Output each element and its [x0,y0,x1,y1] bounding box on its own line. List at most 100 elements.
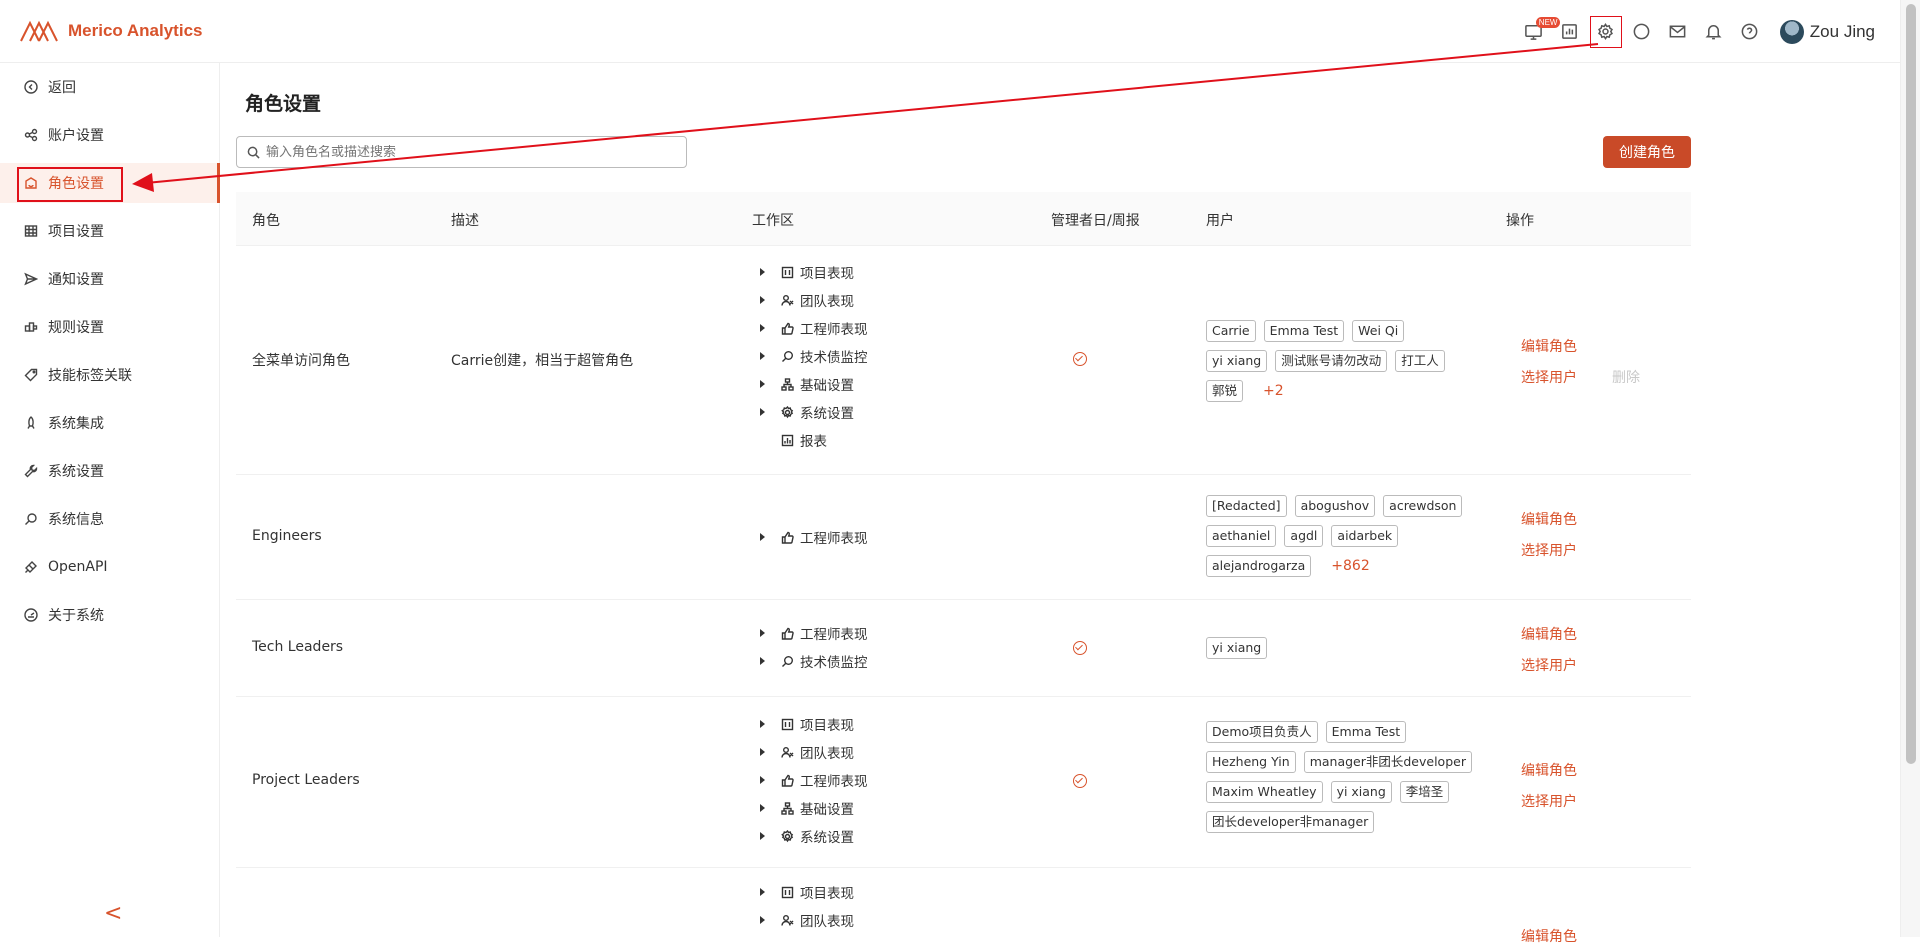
sidebar-item-rules[interactable]: 规则设置 [0,307,220,347]
workspace-item[interactable]: 技术债监控 [760,346,868,366]
column-header-users: 用户 [1206,213,1234,229]
expand-caret-icon[interactable] [760,324,765,332]
sidebar-item-back[interactable]: 返回 [0,67,220,107]
more-users-link[interactable]: +2 [1263,383,1284,399]
workspace-label: 系统设置 [800,830,854,846]
expand-caret-icon[interactable] [760,296,765,304]
help-icon[interactable] [1732,14,1768,50]
bell-icon[interactable] [1696,14,1732,50]
expand-caret-icon[interactable] [760,533,765,541]
rocket-icon [27,416,35,429]
expand-caret-icon[interactable] [760,268,765,276]
table-header: 角色 描述 工作区 管理者日/周报 用户 操作 [236,192,1691,246]
expand-caret-icon[interactable] [760,408,765,416]
workspace-label: 团队表现 [800,746,854,762]
expand-caret-icon[interactable] [760,720,765,728]
page-scrollbar[interactable] [1900,0,1920,937]
select-users-link[interactable]: 选择用户 [1521,367,1577,387]
team-icon [781,746,794,758]
workspace-item[interactable]: 系统设置 [760,826,854,846]
expand-caret-icon[interactable] [760,916,765,924]
user-tag: alejandrogarza [1206,555,1312,577]
sidebar-item-about[interactable]: 关于系统 [0,595,220,635]
workspace-item[interactable]: 报表 [760,430,827,450]
column-header-workspace: 工作区 [752,213,794,229]
expand-caret-icon[interactable] [760,380,765,388]
expand-caret-icon[interactable] [760,776,765,784]
chat-icon[interactable] [1624,14,1660,50]
select-users-link[interactable]: 选择用户 [1521,655,1577,675]
user-menu[interactable]: Zou Jing [1779,19,1875,44]
create-role-button[interactable]: 创建角色 [1603,136,1691,168]
select-users-link[interactable]: 选择用户 [1521,540,1577,560]
more-users-link[interactable]: +862 [1331,558,1369,574]
mail-icon[interactable] [1660,14,1696,50]
sidebar-item-notifications[interactable]: 通知设置 [0,259,220,299]
workspace-label: 基础设置 [800,378,854,394]
sidebar-item-system-settings[interactable]: 系统设置 [0,451,220,491]
report-icon[interactable] [1552,14,1588,50]
user-tag: 李培圣 [1399,781,1450,803]
edit-role-link[interactable]: 编辑角色 [1521,760,1577,780]
send-icon [24,272,38,286]
scrollbar-thumb[interactable] [1906,4,1916,764]
page-title: 角色设置 [245,93,322,115]
workspace-label: 项目表现 [800,886,854,902]
workspace-item[interactable]: 项目表现 [760,714,854,734]
expand-caret-icon[interactable] [760,352,765,360]
workspace-item[interactable]: 工程师表现 [760,770,868,790]
workspace-item[interactable]: 团队表现 [760,290,854,310]
tag-icon [24,368,38,382]
report-icon [781,434,794,446]
edit-role-link[interactable]: 编辑角色 [1521,926,1577,946]
workspace-item[interactable]: 团队表现 [760,910,854,930]
role-name: Project Leaders [252,772,360,788]
sidebar-item-skill-tags[interactable]: 技能标签关联 [0,355,220,395]
delete-role-link: 删除 [1612,370,1640,386]
expand-caret-icon[interactable] [760,832,765,840]
workspace-item[interactable]: 项目表现 [760,882,854,902]
gear-icon[interactable] [1589,15,1622,48]
report-enabled-check-icon [1073,774,1087,788]
workspace-item[interactable]: 基础设置 [760,374,854,394]
edit-role-link[interactable]: 编辑角色 [1521,624,1577,644]
expand-caret-icon[interactable] [760,748,765,756]
workspace-item[interactable]: 技术债监控 [760,651,868,671]
thumbs-up-icon [781,322,794,335]
user-tag: yi xiang [1206,637,1268,659]
workspace-label: 项目表现 [800,718,854,734]
workspace-item[interactable]: 工程师表现 [760,623,868,643]
select-users-link[interactable]: 选择用户 [1521,791,1577,811]
search-field[interactable] [236,136,687,168]
sidebar-item-system-info[interactable]: 系统信息 [0,499,220,539]
workspace-label: 团队表现 [800,914,854,930]
expand-caret-icon[interactable] [760,629,765,637]
sidebar-item-label: 返回 [48,80,76,96]
expand-caret-icon[interactable] [760,804,765,812]
highlight-box-roles [17,167,123,202]
edit-role-link[interactable]: 编辑角色 [1521,336,1577,356]
workspace-item[interactable]: 基础设置 [760,798,854,818]
app-logo[interactable]: Merico Analytics [20,19,202,43]
sidebar-item-openapi[interactable]: OpenAPI [0,547,220,587]
user-tag: agdl [1284,525,1324,547]
collapse-sidebar-button[interactable]: < [104,901,122,926]
sidebar-item-label: 规则设置 [48,320,104,336]
expand-caret-icon[interactable] [760,657,765,665]
edit-role-link[interactable]: 编辑角色 [1521,509,1577,529]
monitor-icon[interactable]: NEW [1516,14,1561,50]
expand-caret-icon[interactable] [760,888,765,896]
search-icon [247,146,260,159]
sidebar-item-account[interactable]: 账户设置 [0,115,220,155]
workspace-item[interactable]: 团队表现 [760,742,854,762]
workspace-item[interactable]: 工程师表现 [760,527,868,547]
sidebar-item-label: OpenAPI [48,559,108,575]
workspace-item[interactable]: 系统设置 [760,402,854,422]
search-input[interactable] [266,144,666,160]
workspace-item[interactable]: 项目表现 [760,262,854,282]
sidebar-item-projects[interactable]: 项目设置 [0,211,220,251]
sidebar-item-label: 系统设置 [48,464,104,480]
sidebar-item-integration[interactable]: 系统集成 [0,403,220,443]
workspace-item[interactable]: 工程师表现 [760,318,868,338]
role-name: Engineers [252,528,322,544]
